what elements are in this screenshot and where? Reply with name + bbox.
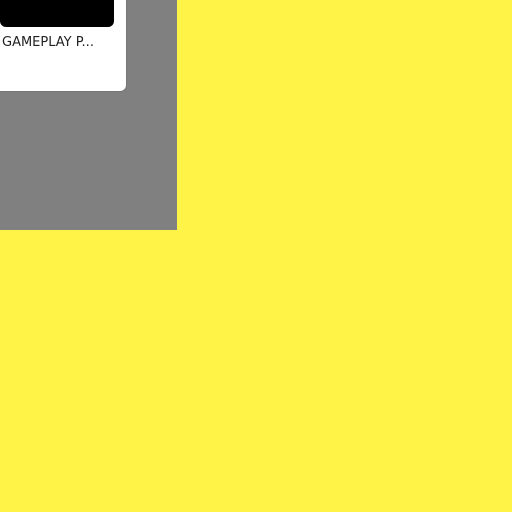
video-thumbnail[interactable] — [0, 0, 114, 27]
video-card[interactable]: GAMEPLAY P... — [0, 0, 126, 91]
side-panel: GAMEPLAY P... — [0, 0, 177, 230]
video-title[interactable]: GAMEPLAY P... — [2, 35, 118, 51]
